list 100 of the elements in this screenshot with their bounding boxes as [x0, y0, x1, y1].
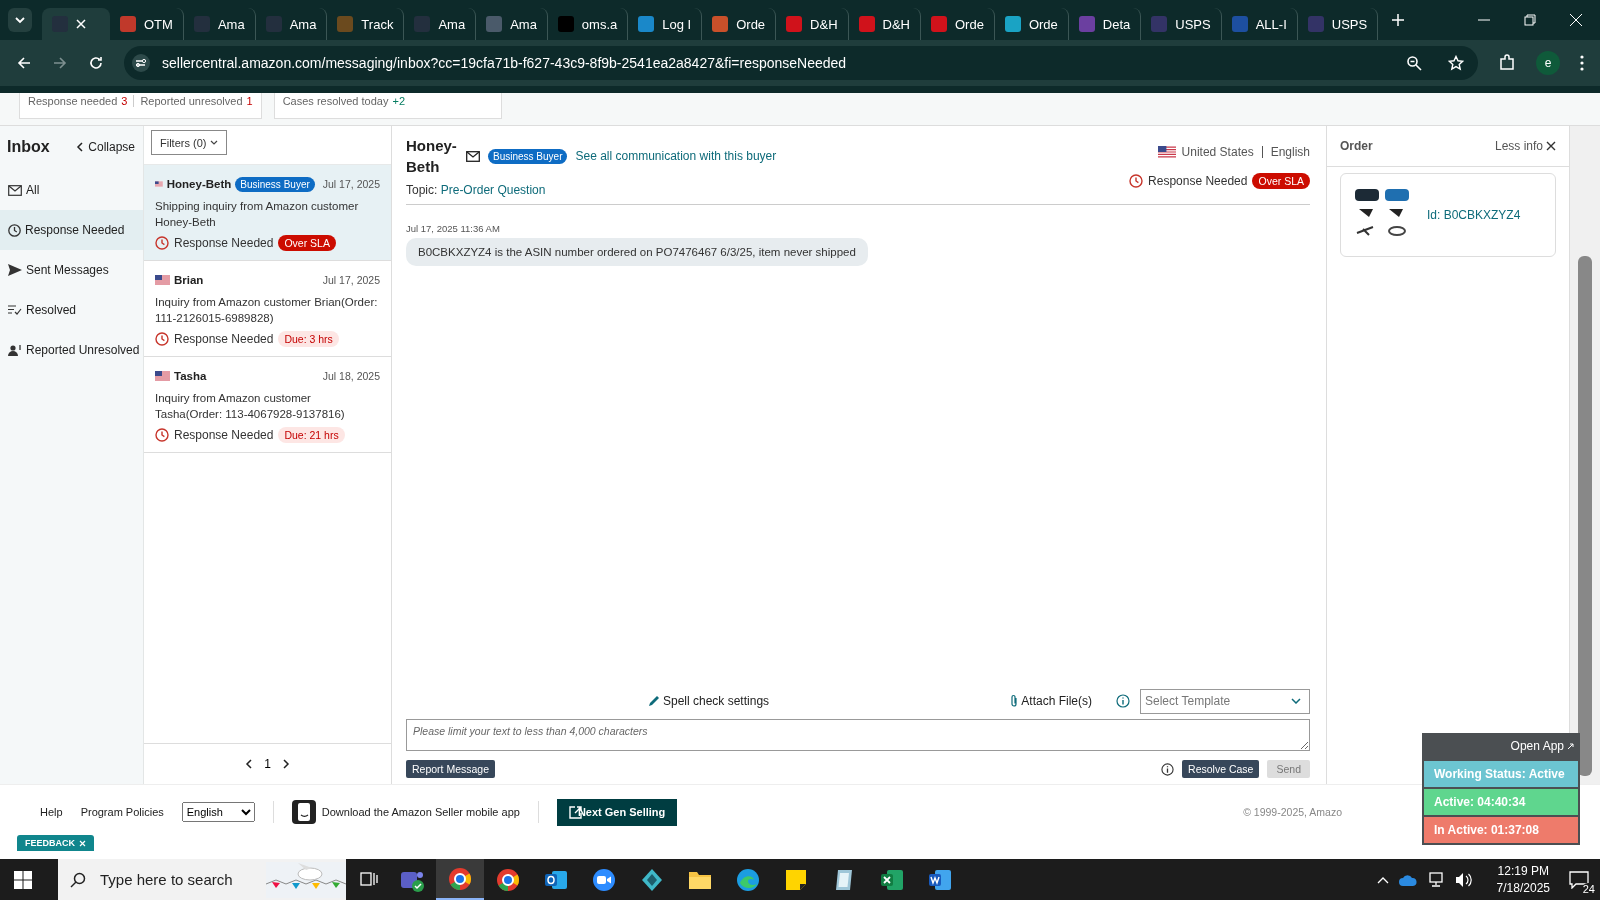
favicon-icon: [1004, 16, 1021, 32]
sla-tag: Over SLA: [278, 235, 336, 251]
caret-icon: [210, 139, 219, 146]
close-icon: [1546, 141, 1556, 151]
pencil-icon: [648, 695, 660, 707]
extensions-icon[interactable]: [1498, 54, 1516, 72]
reload-icon[interactable]: [88, 55, 104, 71]
language-select[interactable]: English: [181, 802, 255, 822]
chrome-app-icon[interactable]: [436, 859, 484, 900]
topic-link[interactable]: Pre-Order Question: [440, 183, 546, 197]
footer-link[interactable]: Help: [40, 806, 63, 818]
message-subject: Shipping inquiry from Amazon customer Honey-Beth: [155, 199, 360, 230]
close-icon[interactable]: [76, 19, 86, 29]
clock-icon: [155, 236, 169, 250]
status-row: Active: 04:40:34: [1424, 789, 1578, 815]
reply-field[interactable]: Please limit your text to less than 4,000 characters: [406, 719, 1310, 751]
address-bar[interactable]: sellercentral.amazon.com/messaging/inbox?cc=19cfa71b-f627-43c9-8f9b-2541ea2a8427&fi=responseNeeded: [124, 46, 1478, 80]
mail-icon[interactable]: [466, 150, 480, 162]
favicon-icon: [120, 16, 136, 32]
status-text: Response Needed: [174, 428, 274, 442]
scrollbar[interactable]: [1569, 126, 1600, 784]
feedback-tab[interactable]: FEEDBACK: [17, 835, 94, 851]
clock-icon: [8, 223, 21, 237]
notification-count: 24: [1581, 882, 1596, 895]
close-icon[interactable]: [1570, 14, 1582, 26]
stat-label: Response needed: [28, 95, 118, 107]
conversation-item[interactable]: Tasha Jul 18, 2025 Inquiry from Amazon customer Tasha(Order: 113-4067928-9137816) Response Needed Due: 21 hrs: [144, 357, 391, 453]
status-row: In Active: 01:37:08: [1424, 817, 1578, 843]
spell-check-link[interactable]: Spell check settings: [648, 694, 770, 708]
chevron-left-icon: [76, 142, 84, 152]
buyer-name: Honey-Beth: [406, 136, 458, 177]
back-icon[interactable]: [16, 55, 32, 71]
collapse-button[interactable]: Collapse: [76, 140, 135, 154]
clock-date[interactable]: 7/18/2025: [1496, 879, 1550, 897]
see-all-link[interactable]: See all communication with this buyer: [575, 149, 777, 163]
info-icon[interactable]: [1161, 762, 1175, 776]
profile-avatar[interactable]: e: [1536, 51, 1560, 75]
us-flag-icon: [155, 371, 170, 381]
folder-item[interactable]: Sent Messages: [0, 250, 143, 290]
favicon-icon: [1078, 16, 1095, 32]
item-id-link[interactable]: Id: B0CBKXZYZ4: [1427, 208, 1521, 222]
chevron-down-icon: [1291, 698, 1301, 704]
network-icon[interactable]: [1426, 871, 1445, 888]
folder-item[interactable]: Response Needed: [0, 210, 143, 250]
new-tab-icon[interactable]: [1392, 14, 1405, 26]
search-icon: [70, 871, 86, 888]
page-number: 1: [264, 757, 271, 771]
favicon-icon: [486, 16, 503, 32]
tab-search-icon[interactable]: [8, 8, 32, 32]
task-view-icon[interactable]: [360, 871, 378, 888]
site-settings-icon[interactable]: [132, 54, 150, 72]
mobile-app-link[interactable]: Download the Amazon Seller mobile app: [321, 806, 520, 818]
us-flag-icon: [155, 179, 163, 189]
scrollbar-thumb[interactable]: [1578, 256, 1592, 776]
filters-dropdown[interactable]: Filters (0): [151, 130, 228, 155]
message-bubble: B0CBKXZYZ4 is the ASIN number ordered on PO7476467 6/3/25, item never shipped: [406, 238, 868, 266]
open-app-link[interactable]: Open App: [1424, 735, 1578, 759]
buyer-badge: Business Buyer: [488, 148, 568, 164]
report-message-button[interactable]: Report Message: [406, 760, 496, 778]
volume-icon[interactable]: [1454, 871, 1473, 888]
previous-page-icon[interactable]: [245, 759, 253, 769]
forward-icon[interactable]: [52, 55, 68, 71]
favicon-icon: [638, 16, 655, 32]
windows-start-icon[interactable]: [14, 870, 32, 889]
next-gen-selling-button[interactable]: Next Gen Selling: [556, 798, 678, 826]
folder-item[interactable]: Reported Unresolved: [0, 330, 143, 370]
favicon-icon: [337, 16, 354, 32]
order-title: Order: [1340, 139, 1373, 153]
message-date: Jul 18, 2025: [322, 370, 380, 382]
menu-icon[interactable]: [1580, 55, 1584, 71]
attach-files-link[interactable]: Attach File(s): [1010, 694, 1092, 708]
favicon-icon: [557, 16, 574, 32]
paperclip-icon: [1010, 694, 1019, 708]
notifications-button[interactable]: 24: [1564, 864, 1594, 895]
clock-time[interactable]: 12:19 PM: [1497, 862, 1549, 880]
resolve-case-button[interactable]: Resolve Case: [1182, 760, 1260, 778]
status-text: Response Needed: [1148, 174, 1248, 188]
bookmark-star-icon[interactable]: [1448, 55, 1464, 71]
cloud-icon[interactable]: [1398, 873, 1417, 886]
zoom-icon[interactable]: [1406, 55, 1422, 71]
favicon-icon: [931, 16, 947, 32]
show-hidden-icons-icon[interactable]: [1376, 875, 1389, 884]
conversation-item[interactable]: Honey-Beth Business Buyer Jul 17, 2025 Shipping inquiry from Amazon customer Honey-Beth Response Needed Over SLA: [144, 165, 391, 261]
favicon-icon: [1231, 16, 1248, 32]
status-row: Working Status: Active: [1424, 761, 1578, 787]
folder-item[interactable]: All: [0, 170, 143, 210]
next-page-icon[interactable]: [282, 759, 290, 769]
message-subject: Inquiry from Amazon customer Brian(Order: 111-2126015-6989828): [155, 295, 379, 326]
buyer-name: Honey-Beth: [166, 178, 232, 190]
folder-item[interactable]: Resolved: [0, 290, 143, 330]
template-dropdown[interactable]: Select Template: [1140, 688, 1310, 714]
taskbar-search-field[interactable]: Type here to search: [58, 859, 346, 900]
buyer-name: Brian: [174, 274, 204, 286]
clock-icon: [1129, 174, 1144, 188]
footer-link[interactable]: Program Policies: [80, 806, 164, 818]
favicon-icon: [858, 16, 875, 32]
info-icon[interactable]: [1116, 694, 1130, 708]
conversation-item[interactable]: Brian Jul 17, 2025 Inquiry from Amazon customer Brian(Order: 111-2126015-6989828) Response Needed Due: 3 hrs: [144, 261, 391, 357]
restore-icon[interactable]: [1524, 14, 1536, 26]
less-info-button[interactable]: Less info: [1494, 139, 1556, 153]
